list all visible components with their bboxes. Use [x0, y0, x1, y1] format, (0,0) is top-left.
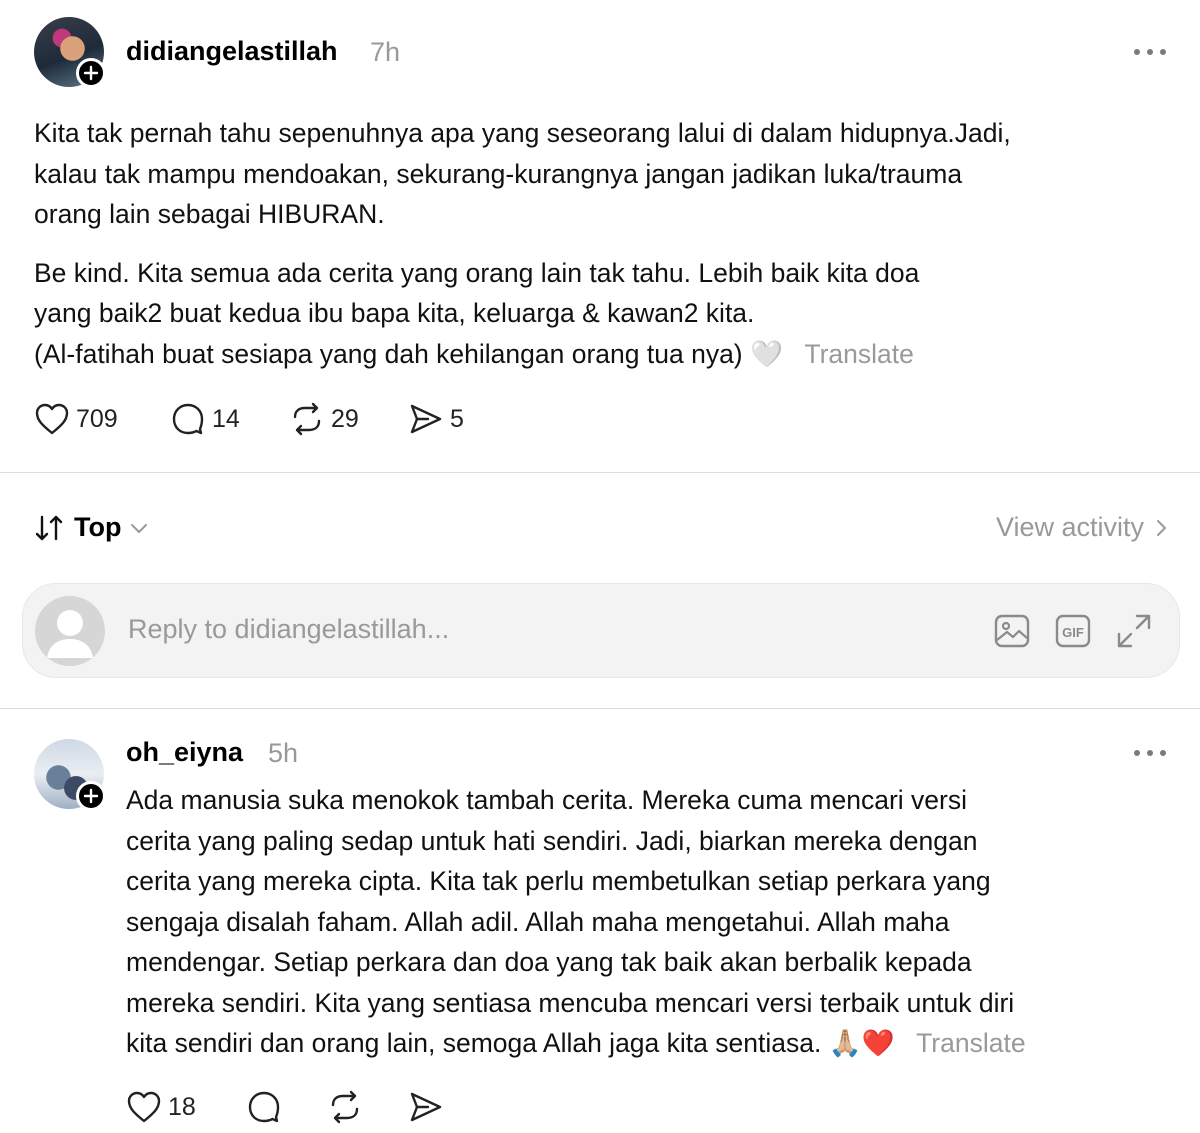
white-heart-emoji: 🤍: [750, 338, 784, 369]
svg-text:GIF: GIF: [1062, 625, 1084, 640]
reply-input[interactable]: Reply to didiangelastillah...: [128, 614, 449, 645]
comment-line: mereka sendiri. Kita yang sentiasa mencu…: [126, 987, 1015, 1018]
send-icon: [410, 1092, 442, 1122]
send-icon: [410, 404, 442, 434]
comment-username[interactable]: oh_eiyna: [126, 737, 243, 768]
more-icon[interactable]: [1132, 741, 1168, 770]
post-line: Kita tak pernah tahu sepenuhnya apa yang…: [34, 118, 1011, 148]
post-time: 7h: [370, 37, 401, 67]
comment-button[interactable]: [246, 1090, 282, 1129]
like-count: 18: [168, 1092, 196, 1121]
reply-box[interactable]: Reply to didiangelastillah... GIF: [22, 583, 1180, 678]
post-line: Be kind. Kita semua ada cerita yang oran…: [34, 257, 920, 288]
comment-line: mendengar. Setiap perkara dan doa yang t…: [126, 947, 972, 977]
view-activity-link[interactable]: View activity: [996, 512, 1168, 543]
more-icon[interactable]: [1132, 40, 1168, 69]
repost-icon: [293, 402, 321, 436]
sort-label: Top: [74, 512, 122, 542]
follow-plus-icon[interactable]: [76, 58, 106, 88]
comment-line: cerita yang paling sedap untuk hati send…: [126, 825, 978, 856]
share-button[interactable]: 5: [408, 402, 464, 436]
post-line: kalau tak mampu mendoakan, sekurang-kura…: [34, 158, 963, 189]
comment-button[interactable]: 14: [170, 402, 240, 436]
expand-icon[interactable]: [1115, 612, 1153, 655]
comment-line: kita sendiri dan orang lain, semoga Alla…: [126, 1028, 822, 1058]
repost-count: 29: [331, 404, 359, 433]
post-line: (Al-fatihah buat sesiapa yang dah kehila…: [34, 338, 743, 369]
comment-icon: [172, 403, 204, 435]
comment-count: 14: [212, 404, 240, 433]
heart-icon: [35, 403, 69, 435]
comment-line: sengaja disalah faham. Allah adil. Allah…: [126, 906, 950, 937]
comment-body: Ada manusia suka menokok tambah cerita. …: [126, 780, 1176, 1064]
post-username[interactable]: didiangelastillah: [126, 36, 338, 67]
repost-icon: [331, 1090, 359, 1124]
like-button[interactable]: 18: [126, 1090, 196, 1124]
view-activity-label: View activity: [995, 512, 1144, 542]
comment-time: 5h: [268, 738, 299, 768]
divider: [0, 708, 1200, 709]
repost-button[interactable]: 29: [289, 402, 359, 436]
comment-icon: [248, 1091, 280, 1123]
post-paragraph: Be kind. Kita semua ada cerita yang oran…: [34, 253, 1174, 375]
post-line: orang lain sebagai HIBURAN.: [34, 199, 385, 229]
like-button[interactable]: 709: [34, 402, 118, 436]
gif-icon[interactable]: GIF: [1054, 612, 1092, 655]
chevron-right-icon: [1157, 519, 1166, 536]
follow-plus-icon[interactable]: [76, 781, 106, 811]
image-icon[interactable]: [993, 612, 1031, 655]
sort-arrows-icon: [35, 515, 63, 540]
post-body: Kita tak pernah tahu sepenuhnya apa yang…: [34, 113, 1174, 374]
share-button[interactable]: [408, 1090, 444, 1129]
sort-dropdown[interactable]: Top: [34, 512, 149, 543]
comment-line: cerita yang mereka cipta. Kita tak perlu…: [126, 866, 991, 896]
translate-link[interactable]: Translate: [804, 339, 913, 369]
reply-avatar: [35, 596, 105, 666]
chevron-down-icon: [131, 523, 148, 533]
like-count: 709: [76, 404, 118, 433]
share-count: 5: [450, 404, 464, 433]
post-paragraph: Kita tak pernah tahu sepenuhnya apa yang…: [34, 113, 1174, 235]
heart-icon: [127, 1091, 161, 1123]
translate-link[interactable]: Translate: [916, 1028, 1025, 1058]
post-line: yang baik2 buat kedua ibu bapa kita, kel…: [34, 298, 755, 328]
comment-line: Ada manusia suka menokok tambah cerita. …: [126, 785, 967, 815]
repost-button[interactable]: [327, 1090, 363, 1129]
divider: [0, 472, 1200, 473]
comment-emoji: 🙏🏼❤️: [828, 1028, 895, 1058]
